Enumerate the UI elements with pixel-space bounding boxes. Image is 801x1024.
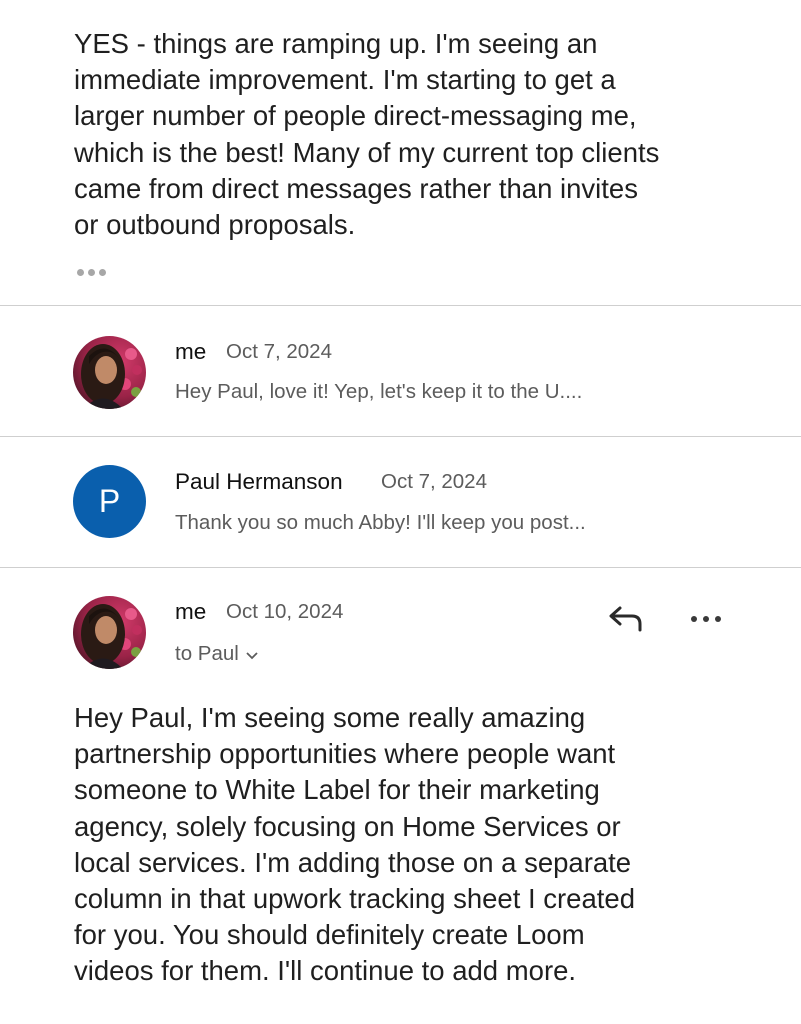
sender-name: me xyxy=(175,339,207,364)
avatar xyxy=(73,336,146,409)
message-snippet: Hey Paul, love it! Yep, let's keep it to… xyxy=(175,380,583,403)
ellipsis-dot xyxy=(88,269,95,276)
message-body: Hey Paul, I'm seeing some really amazing… xyxy=(74,702,635,987)
ellipsis-dot xyxy=(703,616,709,622)
message-date: Oct 7, 2024 xyxy=(381,470,487,493)
message-snippet: Thank you so much Abby! I'll keep you po… xyxy=(175,511,586,534)
reply-icon xyxy=(609,606,642,632)
more-options-button[interactable] xyxy=(688,606,724,632)
chevron-down-icon xyxy=(245,641,259,669)
sender-name: Paul Hermanson xyxy=(175,469,343,494)
profile-photo xyxy=(73,336,146,409)
avatar xyxy=(73,596,146,669)
ellipsis-dot xyxy=(99,269,106,276)
sender-name: me xyxy=(175,599,207,624)
reply-button[interactable] xyxy=(606,600,646,636)
profile-photo xyxy=(73,596,146,669)
divider xyxy=(0,567,801,568)
more-options-icon xyxy=(691,616,697,622)
ellipsis-dot xyxy=(715,616,721,622)
ellipsis-icon xyxy=(77,269,84,276)
show-quoted-text-button[interactable] xyxy=(74,258,110,284)
collapsed-message-2[interactable]: P Paul Hermanson Oct 7, 2024 Thank you s… xyxy=(0,437,801,567)
message-date: Oct 7, 2024 xyxy=(226,340,332,363)
recipient-details-toggle[interactable]: to Paul xyxy=(175,640,259,669)
recipient-label: to Paul xyxy=(175,642,239,665)
collapsed-message-1[interactable]: me Oct 7, 2024 Hey Paul, love it! Yep, l… xyxy=(0,306,801,436)
message-date: Oct 10, 2024 xyxy=(226,600,344,623)
avatar: P xyxy=(73,465,146,538)
quoted-message-body: YES - things are ramping up. I'm seeing … xyxy=(74,28,660,241)
